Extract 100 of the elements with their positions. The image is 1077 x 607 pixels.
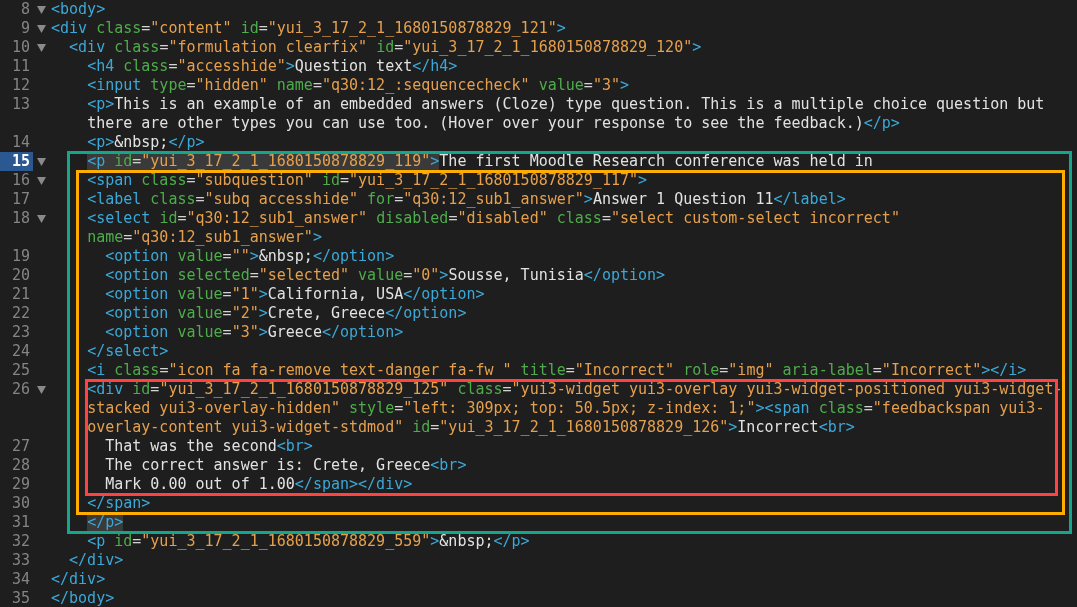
html-tag: <br> bbox=[430, 456, 467, 475]
line-number: 20 bbox=[10, 266, 31, 285]
attribute-name: value bbox=[177, 304, 223, 323]
equals-sign: = bbox=[719, 361, 729, 380]
attribute-value: "Incorrect" bbox=[574, 361, 676, 380]
text-content: Crete, Greece bbox=[267, 304, 386, 323]
html-tag: </option> bbox=[385, 304, 467, 323]
line-number: 27 bbox=[10, 437, 31, 456]
fold-arrow-icon[interactable] bbox=[37, 157, 46, 166]
attribute-value: "content" bbox=[150, 19, 233, 38]
fold-arrow-icon[interactable] bbox=[37, 43, 46, 52]
attribute-name: value bbox=[358, 266, 404, 285]
attribute-name: for bbox=[367, 190, 395, 209]
line-number: 29 bbox=[10, 475, 31, 494]
line-number: 30 bbox=[10, 494, 31, 513]
line-number: 16 bbox=[10, 171, 31, 190]
html-tag: <label bbox=[87, 190, 151, 209]
html-tag: <div bbox=[51, 19, 97, 38]
fold-arrow-icon[interactable] bbox=[37, 214, 46, 223]
html-tag: ><span bbox=[755, 399, 819, 418]
attribute-value: "disabled" bbox=[457, 209, 549, 228]
attribute-name: name bbox=[87, 228, 124, 247]
line-number: 9 bbox=[19, 19, 31, 38]
attribute-name: class bbox=[123, 57, 169, 76]
equals-sign: = bbox=[502, 380, 512, 399]
html-tag: <body> bbox=[51, 0, 106, 19]
equals-sign: = bbox=[222, 323, 232, 342]
line-number: 14 bbox=[10, 133, 31, 152]
attribute-name: class bbox=[114, 38, 160, 57]
attribute-value: "feedbackspan yui3- bbox=[872, 399, 1045, 418]
equals-sign: = bbox=[123, 228, 133, 247]
equals-sign: = bbox=[177, 209, 187, 228]
html-tag: </label> bbox=[773, 190, 846, 209]
attribute-name: name bbox=[276, 76, 313, 95]
attribute-value: overlay-content yui3-widget-stdmod" bbox=[87, 418, 405, 437]
text-content: The correct answer is: Crete, Greece bbox=[105, 456, 431, 475]
html-tag: > bbox=[430, 152, 440, 171]
html-tag: <div bbox=[69, 38, 115, 57]
html-tag: > bbox=[619, 76, 629, 95]
html-tag: <br> bbox=[818, 418, 855, 437]
text-content: This is an example of an embedded answers (Cloze) type question. This is a multiple choice question but bbox=[114, 95, 1045, 114]
html-tag: <option bbox=[105, 323, 178, 342]
equals-sign: = bbox=[872, 361, 882, 380]
attribute-name: class bbox=[114, 361, 160, 380]
equals-sign: = bbox=[222, 285, 232, 304]
attribute-value: "3" bbox=[592, 76, 620, 95]
line-number: 21 bbox=[10, 285, 31, 304]
equals-sign: = bbox=[168, 57, 178, 76]
fold-arrow-icon[interactable] bbox=[37, 385, 46, 394]
html-tag: </select> bbox=[87, 342, 169, 361]
equals-sign: = bbox=[150, 380, 160, 399]
attribute-value: "subquestion" bbox=[195, 171, 314, 190]
line-number: 33 bbox=[10, 551, 31, 570]
equals-sign: = bbox=[394, 38, 404, 57]
html-tag: <h4 bbox=[87, 57, 124, 76]
equals-sign: = bbox=[863, 399, 873, 418]
attribute-name: class bbox=[556, 209, 602, 228]
attribute-value: "yui_3_17_2_1_1680150878829_121" bbox=[267, 19, 557, 38]
line-number: 32 bbox=[10, 532, 31, 551]
attribute-value: stacked yui3-overlay-hidden" bbox=[87, 399, 341, 418]
attribute-value: "Incorrect" bbox=[881, 361, 982, 380]
text-content: Answer 1 Question 11 bbox=[592, 190, 774, 209]
line-number: 23 bbox=[10, 323, 31, 342]
attribute-name: class bbox=[96, 19, 142, 38]
line-number: 13 bbox=[10, 95, 31, 114]
attribute-value: "img" bbox=[728, 361, 775, 380]
html-tag: > bbox=[258, 304, 268, 323]
equals-sign: = bbox=[132, 152, 142, 171]
text-content: &nbsp; bbox=[258, 247, 313, 266]
line-number: 26 bbox=[10, 380, 31, 399]
attribute-value: "q30:12_:sequencecheck" bbox=[321, 76, 531, 95]
attribute-name: id bbox=[132, 380, 151, 399]
text-content: Incorrect bbox=[737, 418, 819, 437]
attribute-name: type bbox=[150, 76, 187, 95]
fold-arrow-icon[interactable] bbox=[37, 176, 46, 185]
html-tag: </option> bbox=[403, 285, 485, 304]
equals-sign: = bbox=[601, 209, 611, 228]
text-content: there are other types you can use too. (Hover over your response to see the feedback.) bbox=[87, 114, 864, 133]
html-tag: </option> bbox=[321, 323, 404, 342]
html-tag: </div> bbox=[69, 551, 124, 570]
fold-arrow-icon[interactable] bbox=[37, 24, 46, 33]
fold-arrow-icon[interactable] bbox=[37, 5, 46, 14]
html-tag: </span> bbox=[87, 494, 151, 513]
attribute-name: class bbox=[150, 190, 196, 209]
attribute-value: "yui_3_17_2_1_1680150878829_117" bbox=[349, 171, 638, 190]
html-tag: > bbox=[249, 247, 259, 266]
attribute-value: "yui_3_17_2_1_1680150878829_559" bbox=[141, 532, 431, 551]
equals-sign: = bbox=[340, 171, 350, 190]
attribute-value: "2" bbox=[231, 304, 259, 323]
html-tag: <p> bbox=[87, 133, 115, 152]
attribute-value: "icon fa fa-remove text-danger fa-fw " bbox=[168, 361, 513, 380]
equals-sign: = bbox=[222, 247, 232, 266]
attribute-name: value bbox=[177, 247, 223, 266]
html-tag: > bbox=[439, 266, 449, 285]
attribute-value: "q30:12_sub1_answer" bbox=[403, 190, 584, 209]
line-number: 24 bbox=[10, 342, 31, 361]
attribute-value: "accesshide" bbox=[177, 57, 286, 76]
attribute-name: id bbox=[376, 38, 395, 57]
line-number: 19 bbox=[10, 247, 31, 266]
attribute-name: id bbox=[114, 532, 133, 551]
